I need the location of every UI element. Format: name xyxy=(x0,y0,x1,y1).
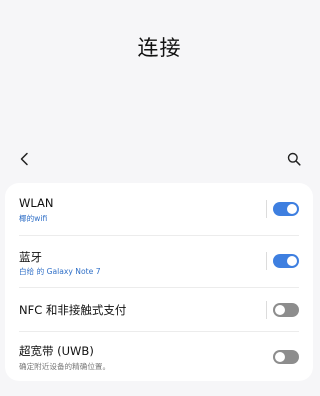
row-separator xyxy=(266,301,267,319)
setting-title: 蓝牙 xyxy=(19,250,42,264)
setting-subtitle: 白给 的 Galaxy Note 7 xyxy=(19,267,101,276)
toggle-knob xyxy=(287,256,297,266)
row-separator xyxy=(266,200,267,218)
uwb-toggle[interactable] xyxy=(273,350,299,364)
setting-subtitle: 确定附近设备的精确位置。 xyxy=(19,362,111,371)
toggle-knob xyxy=(275,305,285,315)
setting-title: NFC 和非接触式支付 xyxy=(19,303,127,317)
setting-row-bluetooth[interactable]: 蓝牙 白给 的 Galaxy Note 7 xyxy=(5,236,313,287)
bluetooth-toggle[interactable] xyxy=(273,254,299,268)
search-button[interactable] xyxy=(281,146,307,172)
setting-row-wlan[interactable]: WLAN 椰的wifi xyxy=(5,183,313,235)
settings-card: WLAN 椰的wifi 蓝牙 白给 的 Galaxy Note 7 NFC 和非… xyxy=(5,183,313,381)
page-title: 连接 xyxy=(137,36,182,60)
setting-row-uwb[interactable]: 超宽带 (UWB) 确定附近设备的精确位置。 xyxy=(5,332,313,381)
nfc-toggle[interactable] xyxy=(273,303,299,317)
wlan-toggle[interactable] xyxy=(273,202,299,216)
setting-row-nfc[interactable]: NFC 和非接触式支付 xyxy=(5,288,313,331)
toggle-knob xyxy=(275,352,285,362)
toggle-knob xyxy=(287,204,297,214)
row-separator xyxy=(266,252,267,270)
search-icon xyxy=(287,152,301,166)
setting-title: 超宽带 (UWB) xyxy=(19,344,94,358)
setting-title: WLAN xyxy=(19,196,54,210)
back-button[interactable] xyxy=(12,146,38,172)
toolbar xyxy=(0,146,319,172)
setting-subtitle: 椰的wifi xyxy=(19,214,48,223)
chevron-left-icon xyxy=(20,152,28,166)
